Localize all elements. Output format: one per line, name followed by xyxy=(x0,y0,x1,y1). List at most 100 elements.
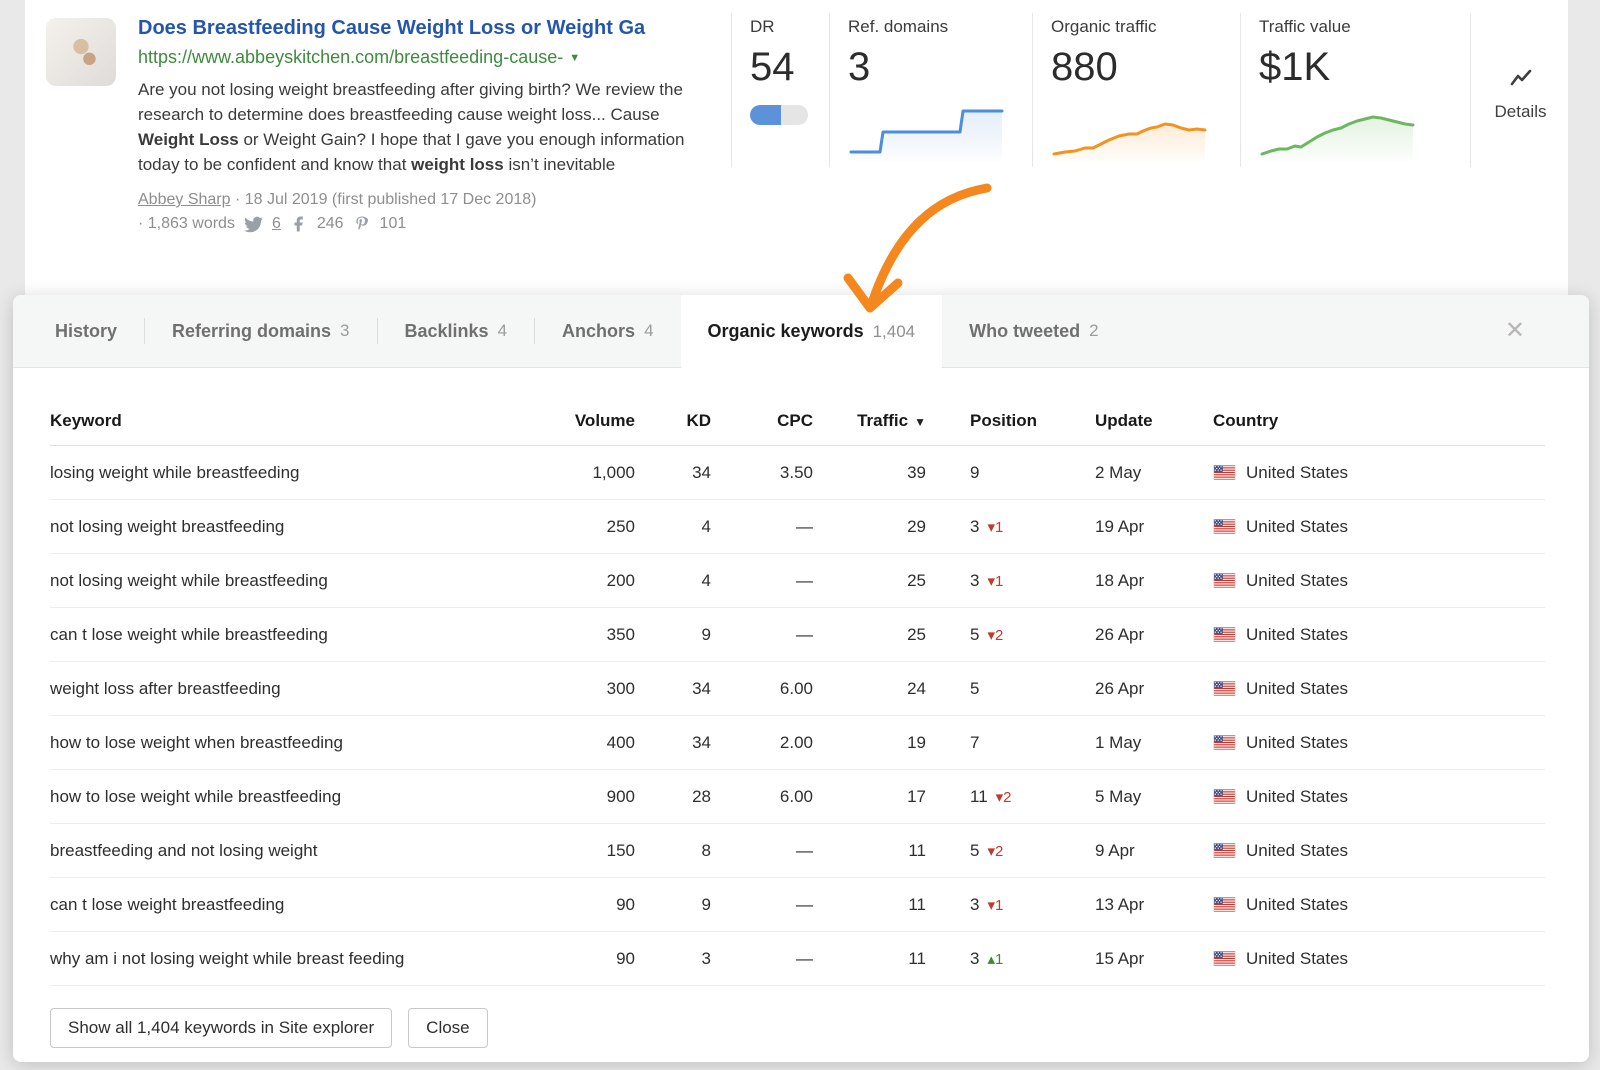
tab-count: 1,404 xyxy=(873,322,916,342)
metric-traffic-value-value: $1K xyxy=(1259,47,1470,87)
keyword-cell: how to lose weight when breastfeeding xyxy=(50,733,550,753)
volume-cell: 250 xyxy=(550,517,635,537)
country-name: United States xyxy=(1246,679,1348,699)
cpc-cell: 6.00 xyxy=(711,679,813,699)
volume-cell: 90 xyxy=(550,895,635,915)
tab-referring-domains[interactable]: Referring domains3 xyxy=(145,295,377,367)
facebook-count: 246 xyxy=(317,212,344,236)
result-card: Does Breastfeeding Cause Weight Loss or … xyxy=(25,0,1568,300)
position-value: 3 xyxy=(970,517,979,536)
keyword-cell: breastfeeding and not losing weight xyxy=(50,841,550,861)
country-cell: United States xyxy=(1169,733,1545,753)
traffic-cell: 17 xyxy=(813,787,926,807)
metric-organic-traffic: Organic traffic 880 xyxy=(1032,13,1240,167)
description-bold-text: Weight Loss xyxy=(138,130,239,149)
description-bold-text: weight loss xyxy=(411,155,504,174)
show-all-keywords-button[interactable]: Show all 1,404 keywords in Site explorer xyxy=(50,1008,392,1048)
header-position[interactable]: Position xyxy=(926,411,1051,431)
dr-progress-bar xyxy=(750,105,808,125)
details-button[interactable]: Details xyxy=(1470,13,1570,167)
cpc-cell: — xyxy=(711,571,813,591)
table-row: not losing weight breastfeeding2504—293▾… xyxy=(50,500,1545,554)
table-header-row: Keyword Volume KD CPC Traffic▼ Position … xyxy=(50,397,1545,446)
keyword-cell: weight loss after breastfeeding xyxy=(50,679,550,699)
us-flag-icon xyxy=(1213,465,1236,480)
position-cell: 3▴1 xyxy=(926,949,1051,969)
trend-details-icon xyxy=(1509,67,1533,92)
keyword-cell: why am i not losing weight while breast … xyxy=(50,949,550,969)
volume-cell: 400 xyxy=(550,733,635,753)
country-cell: United States xyxy=(1169,463,1545,483)
tab-history[interactable]: History xyxy=(28,295,144,367)
us-flag-icon xyxy=(1213,627,1236,642)
update-cell: 9 Apr xyxy=(1051,841,1169,861)
header-keyword[interactable]: Keyword xyxy=(50,411,550,431)
tab-who-tweeted[interactable]: Who tweeted2 xyxy=(942,295,1125,367)
description-text: Are you not losing weight breastfeeding … xyxy=(138,80,683,124)
tab-anchors[interactable]: Anchors4 xyxy=(535,295,680,367)
update-cell: 5 May xyxy=(1051,787,1169,807)
result-url-row: https://www.abbeyskitchen.com/breastfeed… xyxy=(138,47,690,68)
publish-date: · 18 Jul 2019 (first published 17 Dec 20… xyxy=(235,191,537,208)
country-cell: United States xyxy=(1169,949,1545,969)
country-cell: United States xyxy=(1169,895,1545,915)
twitter-icon xyxy=(244,215,263,234)
country-cell: United States xyxy=(1169,517,1545,537)
organic-traffic-sparkline xyxy=(1051,104,1240,167)
details-modal: History Referring domains3Backlinks4Ancho… xyxy=(13,295,1589,1062)
kd-cell: 3 xyxy=(635,949,711,969)
header-traffic[interactable]: Traffic▼ xyxy=(813,411,926,431)
cpc-cell: — xyxy=(711,895,813,915)
country-name: United States xyxy=(1246,517,1348,537)
volume-cell: 900 xyxy=(550,787,635,807)
header-volume[interactable]: Volume xyxy=(550,411,635,431)
position-change-down: ▾2 xyxy=(987,843,1003,860)
update-cell: 13 Apr xyxy=(1051,895,1169,915)
country-name: United States xyxy=(1246,949,1348,969)
position-change-down: ▾2 xyxy=(987,627,1003,644)
result-title[interactable]: Does Breastfeeding Cause Weight Loss or … xyxy=(138,16,690,40)
keywords-table: Keyword Volume KD CPC Traffic▼ Position … xyxy=(50,397,1545,986)
metric-traffic-value: Traffic value $1K xyxy=(1240,13,1470,167)
close-icon[interactable]: ✕ xyxy=(1505,319,1525,343)
table-row: losing weight while breastfeeding1,00034… xyxy=(50,446,1545,500)
header-country[interactable]: Country xyxy=(1169,411,1545,431)
url-dropdown-icon[interactable]: ▼ xyxy=(569,52,580,64)
metric-dr-label: DR xyxy=(750,17,829,37)
metric-dr-value: 54 xyxy=(750,47,829,87)
country-cell: United States xyxy=(1169,787,1545,807)
table-row: can t lose weight while breastfeeding350… xyxy=(50,608,1545,662)
header-cpc[interactable]: CPC xyxy=(711,411,813,431)
country-name: United States xyxy=(1246,571,1348,591)
position-value: 5 xyxy=(970,679,979,698)
article-thumbnail xyxy=(46,18,116,86)
table-row: why am i not losing weight while breast … xyxy=(50,932,1545,986)
cpc-cell: — xyxy=(711,517,813,537)
us-flag-icon xyxy=(1213,843,1236,858)
twitter-count[interactable]: 6 xyxy=(272,212,281,236)
tab-label: Backlinks xyxy=(405,321,489,342)
tab-bar-tabs: History Referring domains3Backlinks4Ancho… xyxy=(28,295,1126,367)
position-change-down: ▾1 xyxy=(987,897,1003,914)
author-link[interactable]: Abbey Sharp xyxy=(138,191,231,208)
close-button[interactable]: Close xyxy=(408,1008,487,1048)
us-flag-icon xyxy=(1213,897,1236,912)
header-kd[interactable]: KD xyxy=(635,411,711,431)
tab-backlinks[interactable]: Backlinks4 xyxy=(378,295,535,367)
country-name: United States xyxy=(1246,895,1348,915)
modal-footer: Show all 1,404 keywords in Site explorer… xyxy=(50,1008,1589,1048)
position-value: 5 xyxy=(970,841,979,860)
keyword-cell: how to lose weight while breastfeeding xyxy=(50,787,550,807)
position-cell: 5 ▾2 xyxy=(926,841,1051,861)
tab-label: History xyxy=(55,321,117,342)
position-change-down: ▾1 xyxy=(987,519,1003,536)
us-flag-icon xyxy=(1213,519,1236,534)
tab-bar: History Referring domains3Backlinks4Ancho… xyxy=(13,295,1589,368)
header-update[interactable]: Update xyxy=(1051,411,1169,431)
pinterest-icon xyxy=(353,215,371,233)
result-url[interactable]: https://www.abbeyskitchen.com/breastfeed… xyxy=(138,47,563,67)
word-count: · 1,863 words xyxy=(138,212,235,236)
ref-domains-sparkline xyxy=(848,104,1032,167)
tab-organic-keywords[interactable]: Organic keywords1,404 xyxy=(681,295,943,368)
kd-cell: 34 xyxy=(635,733,711,753)
